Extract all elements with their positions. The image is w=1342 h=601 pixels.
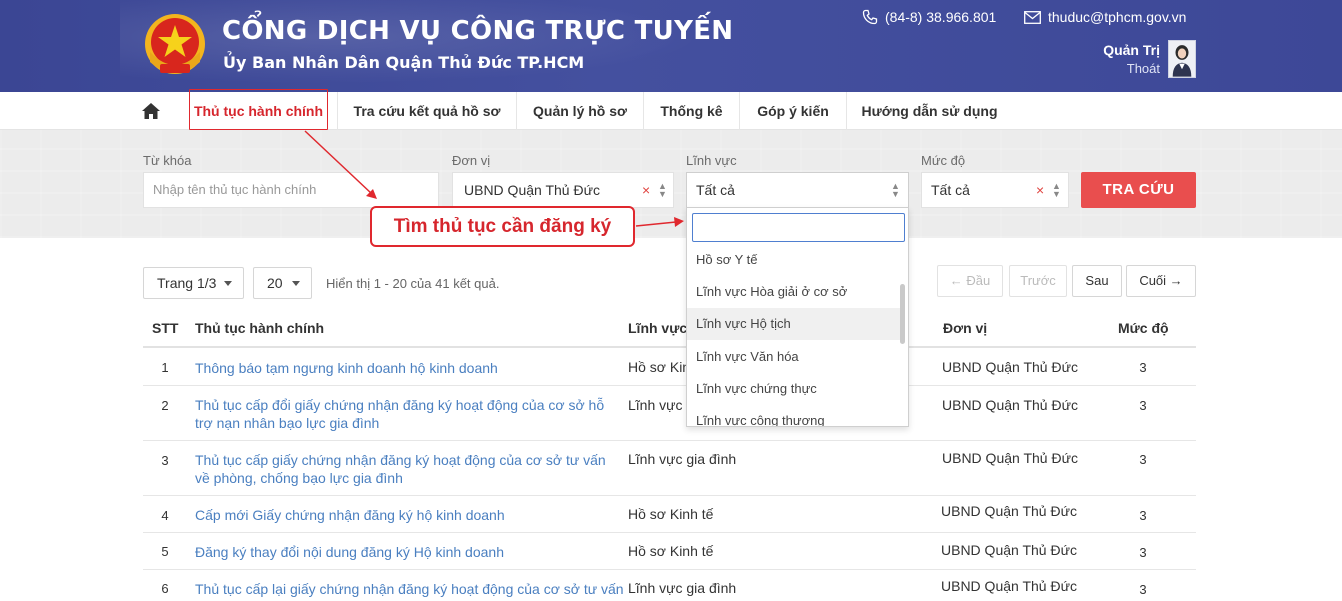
- nav-item-manage-records[interactable]: Quản lý hồ sơ: [517, 92, 643, 130]
- row-level: 3: [1139, 398, 1147, 413]
- caret-down-icon: [292, 281, 300, 286]
- table-header-divider: [143, 346, 1196, 348]
- page-size-value: 20: [267, 275, 283, 291]
- prev-page-button[interactable]: Trước: [1009, 265, 1067, 297]
- keyword-label: Từ khóa: [143, 153, 192, 168]
- keyword-input[interactable]: Nhập tên thủ tục hành chính: [143, 172, 439, 208]
- row-stt: 6: [161, 581, 169, 596]
- national-emblem-logo: [145, 14, 205, 74]
- unit-label: Đơn vị: [452, 153, 491, 168]
- dropdown-option[interactable]: Hồ sơ Y tế: [687, 244, 901, 276]
- level-sort-arrows-icon: ▲ ▼: [1052, 181, 1061, 199]
- row-level: 3: [1139, 360, 1147, 375]
- site-header: CỔNG DỊCH VỤ CÔNG TRỰC TUYẾN Ủy Ban Nhân…: [0, 0, 1342, 92]
- row-stt: 2: [161, 398, 169, 413]
- dropdown-search-input[interactable]: [692, 213, 905, 242]
- unit-select[interactable]: UBND Quận Thủ Đức × ▲ ▼: [452, 172, 674, 208]
- clear-level-icon[interactable]: ×: [1036, 173, 1044, 207]
- home-icon[interactable]: [141, 101, 161, 121]
- dropdown-option[interactable]: Lĩnh vực công thương: [687, 405, 901, 426]
- field-label: Lĩnh vực: [686, 153, 737, 168]
- row-field: Lĩnh vực gia đình: [628, 451, 737, 467]
- row-divider: [143, 440, 1196, 441]
- next-page-button[interactable]: Sau: [1072, 265, 1122, 297]
- row-stt: 5: [161, 544, 169, 559]
- row-divider: [143, 495, 1196, 496]
- user-avatar[interactable]: [1168, 40, 1196, 78]
- row-stt: 4: [161, 508, 169, 523]
- email-contact[interactable]: thuduc@tphcm.gov.vn: [1024, 9, 1186, 25]
- field-sort-arrows-icon: ▲ ▼: [891, 181, 900, 199]
- phone-number: (84-8) 38.966.801: [885, 9, 997, 25]
- level-select-value: Tất cả: [931, 182, 970, 198]
- row-field: Hồ sơ Kinh tế: [628, 543, 714, 559]
- phone-icon: [862, 9, 878, 25]
- level-label: Mức độ: [921, 153, 966, 168]
- dropdown-scrollbar[interactable]: [900, 284, 905, 344]
- page-size-select[interactable]: 20: [253, 267, 312, 299]
- row-unit: UBND Quận Thủ Đức: [942, 450, 1078, 466]
- dropdown-option[interactable]: Lĩnh vực Hòa giải ở cơ sở: [687, 276, 901, 308]
- row-unit: UBND Quận Thủ Đức: [941, 542, 1077, 558]
- nav-item-statistics[interactable]: Thống kê: [644, 92, 739, 130]
- procedure-link[interactable]: Thủ tục cấp giấy chứng nhận đăng ký hoạt…: [195, 451, 610, 487]
- column-header-procedure: Thủ tục hành chính: [195, 320, 325, 336]
- row-divider: [143, 385, 1196, 386]
- row-level: 3: [1139, 508, 1147, 523]
- dropdown-option[interactable]: Lĩnh vực Hộ tịch: [687, 308, 901, 340]
- dropdown-option[interactable]: Lĩnh vực Văn hóa: [687, 341, 901, 373]
- site-title: CỔNG DỊCH VỤ CÔNG TRỰC TUYẾN: [222, 16, 734, 46]
- row-field: Lĩnh vực gia đình: [628, 580, 737, 596]
- logout-link[interactable]: Thoát: [1127, 61, 1160, 76]
- envelope-icon: [1024, 10, 1041, 24]
- level-select[interactable]: Tất cả × ▲ ▼: [921, 172, 1069, 208]
- row-divider: [143, 569, 1196, 570]
- column-header-field: Lĩnh vực: [628, 320, 688, 336]
- result-info: Hiển thị 1 - 20 của 41 kết quả.: [326, 276, 500, 291]
- procedure-link[interactable]: Cấp mới Giấy chứng nhận đăng ký hộ kinh …: [195, 506, 610, 524]
- header-background-decoration: [120, 0, 770, 92]
- email-address: thuduc@tphcm.gov.vn: [1048, 9, 1187, 25]
- field-select-value: Tất cả: [696, 182, 735, 198]
- row-unit: UBND Quận Thủ Đức: [942, 397, 1078, 413]
- nav-item-user-guide[interactable]: Hướng dẫn sử dụng: [847, 92, 1012, 130]
- row-level: 3: [1139, 545, 1147, 560]
- row-unit: UBND Quận Thủ Đức: [941, 503, 1077, 519]
- field-select[interactable]: Tất cả ▲ ▼: [686, 172, 909, 208]
- row-divider: [143, 532, 1196, 533]
- phone-contact[interactable]: (84-8) 38.966.801: [862, 9, 996, 25]
- procedure-link[interactable]: Thủ tục cấp lại giấy chứng nhận đăng ký …: [195, 580, 625, 601]
- dropdown-option[interactable]: Lĩnh vực chứng thực: [687, 373, 901, 405]
- row-unit: UBND Quận Thủ Đức: [941, 578, 1077, 594]
- row-stt: 3: [161, 453, 169, 468]
- procedure-link[interactable]: Đăng ký thay đổi nội dung đăng ký Hộ kin…: [195, 543, 610, 561]
- unit-sort-arrows-icon: ▲ ▼: [658, 181, 667, 199]
- column-header-unit: Đơn vị: [943, 320, 988, 336]
- instruction-callout: Tìm thủ tục cần đăng ký: [370, 206, 635, 247]
- search-button[interactable]: TRA CỨU: [1081, 172, 1196, 208]
- first-page-button[interactable]: ← Đầu: [937, 265, 1003, 297]
- column-header-stt: STT: [152, 320, 179, 336]
- procedure-link[interactable]: Thông báo tạm ngưng kinh doanh hộ kinh d…: [195, 359, 610, 377]
- column-header-level: Mức độ: [1118, 320, 1169, 336]
- unit-select-value: UBND Quận Thủ Đức: [464, 182, 600, 198]
- nav-highlight-annotation: [189, 89, 328, 130]
- row-level: 3: [1139, 452, 1147, 467]
- caret-down-icon: [224, 281, 232, 286]
- nav-item-lookup-results[interactable]: Tra cứu kết quả hồ sơ: [338, 92, 516, 130]
- user-name[interactable]: Quản Trị: [1103, 42, 1160, 58]
- clear-unit-icon[interactable]: ×: [642, 173, 650, 207]
- nav-item-feedback[interactable]: Góp ý kiến: [740, 92, 846, 130]
- page-select[interactable]: Trang 1/3: [143, 267, 244, 299]
- site-subtitle: Ủy Ban Nhân Dân Quận Thủ Đức TP.HCM: [223, 53, 585, 72]
- field-dropdown-menu: Hồ sơ Y tế Lĩnh vực Hòa giải ở cơ sở Lĩn…: [686, 207, 909, 427]
- row-unit: UBND Quận Thủ Đức: [942, 359, 1078, 375]
- procedure-link[interactable]: Thủ tục cấp đổi giấy chứng nhận đăng ký …: [195, 396, 610, 432]
- last-page-button[interactable]: Cuối →: [1126, 265, 1196, 297]
- row-stt: 1: [161, 360, 169, 375]
- row-field: Hồ sơ Kinh tế: [628, 506, 714, 522]
- page-select-value: Trang 1/3: [157, 275, 217, 291]
- row-level: 3: [1139, 582, 1147, 597]
